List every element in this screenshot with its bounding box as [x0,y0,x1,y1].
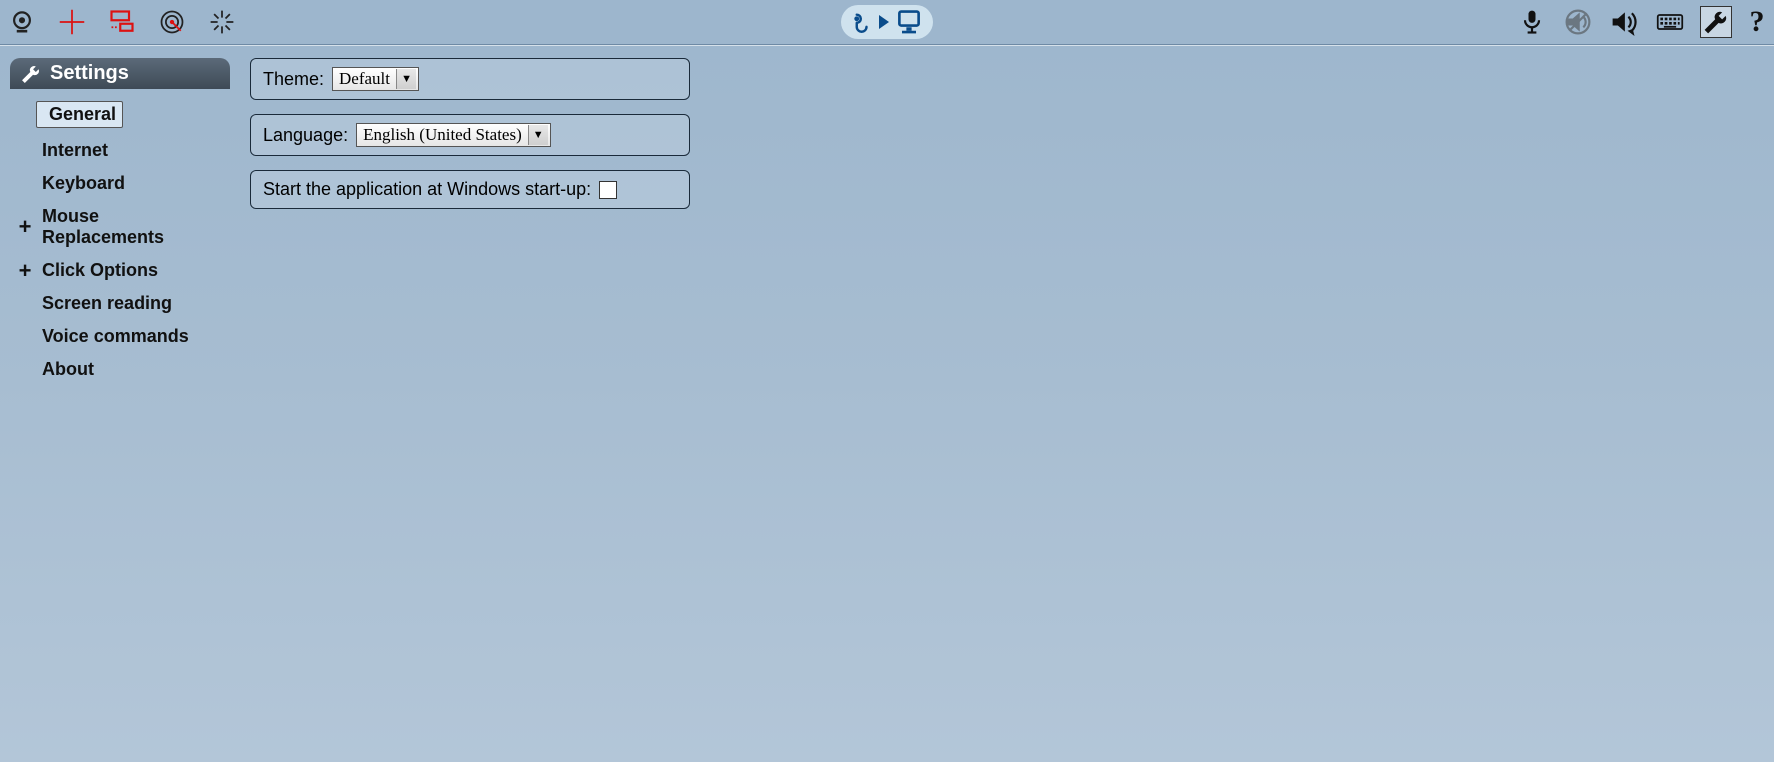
theme-value: Default [339,69,390,89]
sidebar-item-click-options[interactable]: + Click Options [10,254,230,287]
sidebar-item-mouse-replacements[interactable]: + Mouse Replacements [10,200,230,254]
sidebar-item-label: Voice commands [36,326,189,347]
sidebar-item-about[interactable]: About [10,353,230,386]
language-label: Language: [263,125,348,146]
main-panel: Theme: Default ▼ Language: English (Unit… [250,58,1768,756]
sidebar-item-general[interactable]: General [10,95,230,134]
keyboard-icon[interactable] [1654,6,1686,38]
sidebar: Settings General Internet Keyboard + Mou… [10,58,230,756]
toolbar-right: ? [1516,5,1768,39]
radar-icon[interactable] [156,6,188,38]
rectangle-icon[interactable] [106,6,138,38]
expand-icon[interactable]: + [14,218,36,236]
sidebar-item-label: Click Options [36,260,158,281]
sidebar-header: Settings [10,58,230,89]
wrench-icon[interactable] [1700,6,1732,38]
crosshair-icon[interactable] [56,6,88,38]
sidebar-item-label: General [43,104,116,124]
sidebar-item-label: Keyboard [36,173,125,194]
language-select[interactable]: English (United States) ▼ [356,123,551,147]
content: Settings General Internet Keyboard + Mou… [0,46,1774,762]
sidebar-item-voice-commands[interactable]: Voice commands [10,320,230,353]
sidebar-item-internet[interactable]: Internet [10,134,230,167]
sidebar-title: Settings [50,62,129,85]
camera-icon[interactable] [6,6,38,38]
theme-select[interactable]: Default ▼ [332,67,419,91]
toolbar: ? [0,0,1774,44]
sidebar-item-screen-reading[interactable]: Screen reading [10,287,230,320]
startup-checkbox[interactable] [599,181,617,199]
sidebar-item-label: About [36,359,94,380]
startup-label: Start the application at Windows start-u… [263,179,591,200]
chevron-down-icon: ▼ [396,69,416,89]
sidebar-item-label: Mouse Replacements [36,206,226,248]
app-logo [841,5,933,39]
volume-icon[interactable] [1608,6,1640,38]
burst-icon[interactable] [206,6,238,38]
sidebar-items: General Internet Keyboard + Mouse Replac… [10,89,230,386]
language-row: Language: English (United States) ▼ [250,114,690,156]
theme-row: Theme: Default ▼ [250,58,690,100]
microphone-icon[interactable] [1516,6,1548,38]
expand-icon[interactable]: + [14,262,36,280]
toolbar-left [6,6,238,38]
sidebar-item-label: Screen reading [36,293,172,314]
language-value: English (United States) [363,125,522,145]
wrench-small-icon [20,63,42,85]
sidebar-item-keyboard[interactable]: Keyboard [10,167,230,200]
startup-row: Start the application at Windows start-u… [250,170,690,209]
theme-label: Theme: [263,69,324,90]
sidebar-item-label: Internet [36,140,108,161]
chevron-down-icon: ▼ [528,125,548,145]
voice-off-icon[interactable] [1562,6,1594,38]
help-icon[interactable]: ? [1746,5,1768,39]
